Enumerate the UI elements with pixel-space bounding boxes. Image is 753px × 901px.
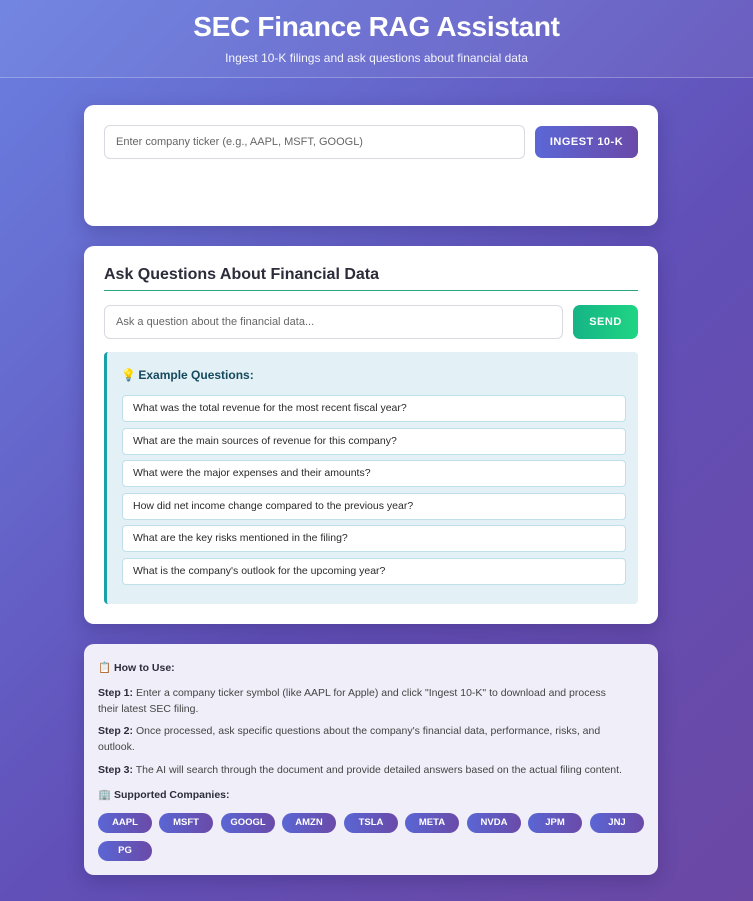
help-step-3: Step 3: The AI will search through the d… bbox=[98, 762, 628, 778]
app-title: SEC Finance RAG Assistant bbox=[193, 11, 560, 42]
help-step-2: Step 2: Once processed, ask specific que… bbox=[98, 723, 628, 755]
company-chip-jnj[interactable]: JNJ bbox=[590, 813, 644, 833]
step-text: Enter a company ticker symbol (like AAPL… bbox=[98, 687, 606, 715]
company-chip-googl[interactable]: GOOGL bbox=[221, 813, 275, 833]
company-chip-nvda[interactable]: NVDA bbox=[467, 813, 521, 833]
step-label: Step 2: bbox=[98, 725, 134, 737]
how-to-use-title: How to Use: bbox=[114, 662, 175, 674]
app-header: SEC Finance RAG Assistant Ingest 10-K fi… bbox=[0, 0, 753, 78]
how-to-use-heading: 📋 How to Use: bbox=[98, 661, 175, 674]
example-question[interactable]: What was the total revenue for the most … bbox=[122, 395, 626, 422]
ask-section-title: Ask Questions About Financial Data bbox=[104, 266, 380, 283]
clipboard-icon: 📋 bbox=[98, 662, 112, 674]
company-chip-meta[interactable]: META bbox=[405, 813, 459, 833]
building-icon: 🏢 bbox=[98, 789, 112, 801]
ingest-card: INGEST 10-K bbox=[84, 105, 658, 226]
step-text: The AI will search through the document … bbox=[135, 764, 622, 776]
step-label: Step 3: bbox=[98, 764, 134, 776]
step-label: Step 1: bbox=[98, 687, 134, 699]
example-questions-heading: 💡 Example Questions: bbox=[121, 368, 254, 382]
example-question[interactable]: What are the main sources of revenue for… bbox=[122, 428, 626, 455]
title-divider bbox=[104, 290, 638, 291]
example-question[interactable]: What were the major expenses and their a… bbox=[122, 460, 626, 487]
example-questions-title: Example Questions: bbox=[138, 368, 254, 382]
help-step-1: Step 1: Enter a company ticker symbol (l… bbox=[98, 685, 628, 717]
step-text: Once processed, ask specific questions a… bbox=[98, 725, 601, 753]
company-chip-msft[interactable]: MSFT bbox=[159, 813, 213, 833]
example-question[interactable]: What are the key risks mentioned in the … bbox=[122, 525, 626, 552]
ticker-input[interactable] bbox=[104, 125, 525, 159]
ingest-button[interactable]: INGEST 10-K bbox=[535, 126, 638, 158]
lightbulb-icon: 💡 bbox=[121, 368, 136, 382]
send-button[interactable]: SEND bbox=[573, 305, 638, 339]
example-question[interactable]: What is the company's outlook for the up… bbox=[122, 558, 626, 585]
company-chip-pg[interactable]: PG bbox=[98, 841, 152, 861]
how-to-use-card: 📋 How to Use: Step 1: Enter a company ti… bbox=[84, 644, 658, 875]
supported-companies-title: Supported Companies: bbox=[114, 789, 230, 801]
company-chip-jpm[interactable]: JPM bbox=[528, 813, 582, 833]
ask-card: Ask Questions About Financial Data SEND … bbox=[84, 246, 658, 624]
question-input[interactable] bbox=[104, 305, 563, 339]
example-question[interactable]: How did net income change compared to th… bbox=[122, 493, 626, 520]
app-subtitle: Ingest 10-K filings and ask questions ab… bbox=[225, 51, 528, 65]
example-questions-panel: 💡 Example Questions: What was the total … bbox=[104, 352, 638, 604]
supported-companies-heading: 🏢 Supported Companies: bbox=[98, 788, 230, 801]
company-chip-amzn[interactable]: AMZN bbox=[282, 813, 336, 833]
company-chip-tsla[interactable]: TSLA bbox=[344, 813, 398, 833]
company-chip-aapl[interactable]: AAPL bbox=[98, 813, 152, 833]
